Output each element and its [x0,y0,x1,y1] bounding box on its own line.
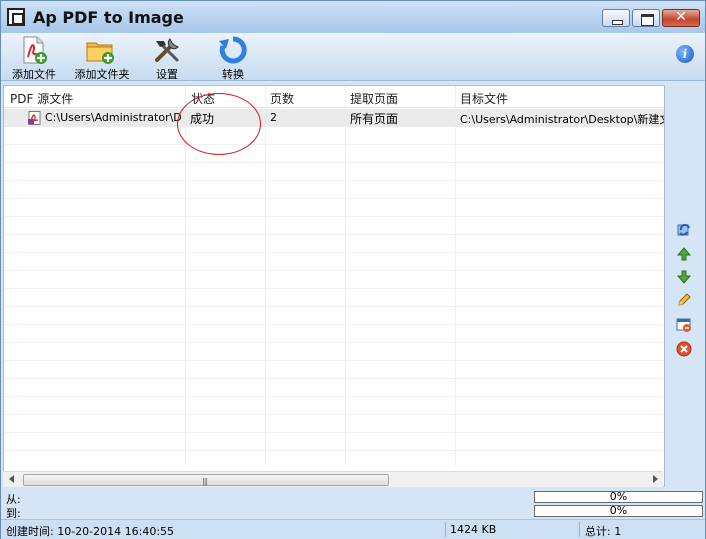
app-window: Ap PDF to Image ✕ 添加文件 添加文件夹 设置 转换 i PDF… [0,0,706,539]
add-folder-label: 添加文件夹 [74,68,130,81]
cell-pages: 2 [270,111,277,124]
side-toolbar [667,85,705,487]
row-gridline [4,342,664,343]
refresh-icon[interactable] [676,222,692,238]
cell-extract: 所有页面 [350,112,399,126]
row-gridline [4,450,664,451]
convert-button[interactable]: 转换 [213,33,253,81]
scroll-right-icon[interactable] [653,475,658,483]
row-gridline [4,378,664,379]
row-gridline [4,216,664,217]
add-file-button[interactable]: 添加文件 [9,33,59,81]
to-progress-percent: 0% [609,504,628,517]
scroll-left-icon[interactable] [9,475,14,483]
edit-pencil-icon[interactable] [676,292,692,308]
close-icon: ✕ [675,9,687,25]
settings-button[interactable]: 设置 [147,33,187,81]
column-divider [455,86,456,466]
row-gridline [4,252,664,253]
app-logo-icon [7,8,25,26]
move-up-icon[interactable] [676,246,692,262]
created-time: 创建时间: 10-20-2014 16:40:55 [6,525,175,538]
annotation-circle [177,93,261,155]
total-count: 总计: 1 [585,525,622,538]
convert-refresh-icon [219,36,247,64]
status-divider [445,522,446,537]
convert-label: 转换 [222,68,244,81]
row-gridline [4,324,664,325]
scroll-grip: ||| [202,477,208,486]
list-header: PDF 源文件 状态 页数 提取页面 目标文件 [4,86,664,108]
cell-source: C:\Users\Administrator\D... [45,111,183,124]
from-progress-bar: 0% [534,490,703,503]
add-folder-icon [86,42,114,64]
column-pages[interactable]: 页数 [270,90,294,107]
table-row[interactable]: C:\Users\Administrator\D... 成功 2 所有页面 C:… [4,109,664,127]
maximize-button[interactable] [632,9,660,27]
status-bar: 创建时间: 10-20-2014 16:40:55 1424 KB 总计: 1 [1,519,705,539]
column-divider [265,86,266,466]
scroll-thumb[interactable]: ||| [23,474,389,486]
window-remove-icon[interactable] [676,317,692,333]
row-gridline [4,270,664,271]
toolbar: 添加文件 添加文件夹 设置 转换 i [1,33,705,81]
settings-tools-icon [155,38,179,62]
file-list[interactable]: PDF 源文件 状态 页数 提取页面 目标文件 C:\Users\Adminis… [3,85,665,487]
move-down-icon[interactable] [676,269,692,285]
column-target[interactable]: 目标文件 [460,90,508,107]
delete-icon[interactable] [676,341,692,357]
row-gridline [4,234,664,235]
row-gridline [4,180,664,181]
info-icon[interactable]: i [676,45,694,63]
add-file-pdf-icon [23,36,47,64]
close-button[interactable]: ✕ [662,9,700,27]
horizontal-scrollbar[interactable]: ||| [3,471,663,487]
row-gridline [4,288,664,289]
row-gridline [4,414,664,415]
row-gridline [4,144,664,145]
column-extract[interactable]: 提取页面 [350,90,398,107]
add-folder-button[interactable]: 添加文件夹 [73,33,131,81]
row-gridline [4,306,664,307]
row-gridline [4,198,664,199]
add-file-label: 添加文件 [12,68,56,81]
status-divider [579,522,580,537]
row-gridline [4,396,664,397]
column-divider [345,86,346,466]
column-source[interactable]: PDF 源文件 [10,90,73,107]
window-title: Ap PDF to Image [33,8,184,27]
pdf-file-icon [28,111,41,125]
title-bar[interactable]: Ap PDF to Image ✕ [1,1,705,33]
minimize-button[interactable] [602,9,630,27]
cell-target: C:\Users\Administrator\Desktop\新建文件 [460,113,664,126]
row-gridline [4,162,664,163]
row-gridline [4,360,664,361]
to-progress-bar: 0% [534,504,703,517]
file-size: 1424 KB [450,523,497,536]
row-gridline [4,432,664,433]
from-progress-percent: 0% [609,490,628,503]
settings-label: 设置 [156,68,178,81]
